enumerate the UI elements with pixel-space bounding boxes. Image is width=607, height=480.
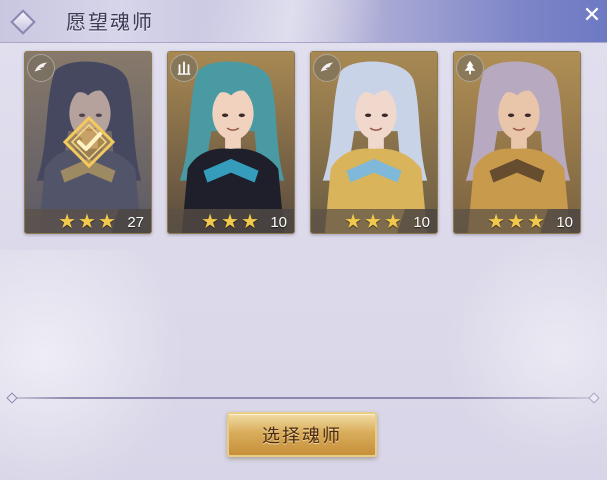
level-label: 27 (127, 214, 144, 231)
tower-icon (170, 54, 198, 82)
dialog-header: 愿望魂师 ✕ (0, 0, 607, 43)
wish-soul-master-dialog: 愿望魂师 ✕ ★★★ 27 ★★★ 10 ★★★ 10 ★★★ 10 选择魂师 (0, 0, 607, 480)
close-icon[interactable]: ✕ (577, 0, 607, 32)
check-icon (63, 116, 115, 168)
soul-master-card-4[interactable]: ★★★ 10 (453, 51, 581, 234)
soul-master-card-2[interactable]: ★★★ 10 (167, 51, 295, 234)
wing-icon (313, 54, 341, 82)
level-label: 10 (556, 214, 573, 231)
select-soul-master-label: 选择魂师 (262, 425, 342, 447)
soul-master-card-list: ★★★ 27 ★★★ 10 ★★★ 10 ★★★ 10 (24, 51, 584, 235)
header-sheen (200, 0, 380, 42)
tree-icon (456, 54, 484, 82)
wing-icon (27, 54, 55, 82)
level-label: 10 (413, 214, 430, 231)
dialog-title: 愿望魂师 (66, 10, 154, 34)
header-gem-icon (10, 9, 36, 35)
soul-master-card-3[interactable]: ★★★ 10 (310, 51, 438, 234)
divider-right-ornament (588, 392, 600, 404)
divider (6, 392, 600, 404)
select-soul-master-button[interactable]: 选择魂师 (227, 412, 377, 457)
divider-left-ornament (6, 392, 18, 404)
soul-master-card-1[interactable]: ★★★ 27 (24, 51, 152, 234)
level-label: 10 (270, 214, 287, 231)
